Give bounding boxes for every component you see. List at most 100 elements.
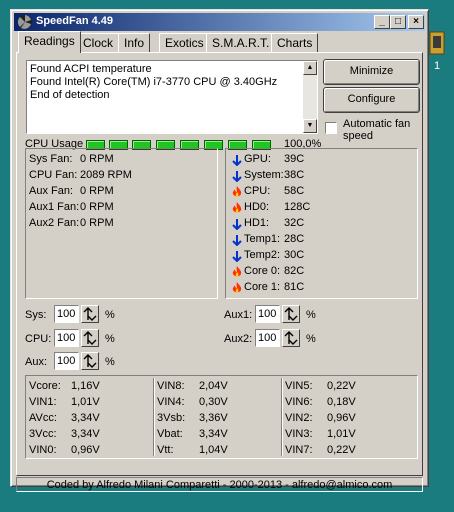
aux2-speed-input[interactable]: 100 [255, 329, 280, 347]
voltage-label: VIN8: [157, 380, 185, 392]
tab-smart[interactable]: S.M.A.R.T. [206, 33, 276, 52]
aux1-speed-input[interactable]: 100 [255, 305, 280, 323]
arrow-down-icon [231, 154, 243, 167]
fan-value: 0 RPM [80, 217, 114, 229]
speed-unit: % [306, 309, 316, 321]
configure-button[interactable]: Configure [323, 87, 420, 113]
desktop-icon-label: 1 [434, 60, 441, 72]
log-scrollbar[interactable]: ▲ ▼ [303, 61, 317, 133]
tab-label: Readings [24, 34, 75, 48]
voltage-label: Vtt: [157, 444, 174, 456]
voltage-label: VIN3: [285, 428, 313, 440]
voltage-value: 0,18V [327, 396, 356, 408]
speedfan-app-icon [17, 15, 32, 29]
log-line: Found Intel(R) Core(TM) i7-3770 CPU @ 3.… [30, 76, 278, 88]
sys-speed-stepper[interactable] [81, 305, 99, 323]
tab-label: Info [124, 36, 145, 50]
sys-speed-input[interactable]: 100 [54, 305, 79, 323]
close-icon: × [413, 16, 419, 27]
voltage-value: 0,96V [71, 444, 100, 456]
status-bar: Coded by Alfredo Milani Comparetti - 200… [16, 477, 423, 492]
desktop-shortcut-icon[interactable] [428, 30, 446, 56]
flame-icon [231, 186, 243, 198]
voltage-label: VIN5: [285, 380, 313, 392]
speed-label: CPU: [25, 333, 52, 345]
voltage-label: 3Vcc: [29, 428, 57, 440]
speed-label: Sys: [25, 309, 47, 321]
speed-label: Aux1: [224, 309, 253, 321]
temp-label: HD1: [244, 217, 270, 229]
voltage-value: 1,01V [71, 396, 100, 408]
tab-readings[interactable]: Readings [18, 31, 81, 53]
maximize-window-button[interactable]: □ [390, 15, 406, 29]
cpu-speed-stepper[interactable] [81, 329, 99, 347]
log-line: End of detection [30, 89, 110, 101]
fan-value: 2089 RPM [80, 169, 132, 181]
temp-value: 81C [284, 281, 305, 293]
aux-speed-stepper[interactable] [81, 352, 99, 370]
voltage-value: 0,22V [327, 380, 356, 392]
divider [153, 378, 154, 456]
fan-value: 0 RPM [80, 153, 114, 165]
tab-info[interactable]: Info [118, 33, 151, 52]
temp-value: 39C [284, 153, 305, 165]
voltage-label: Vcore: [29, 380, 61, 392]
temp-label: Temp1: [244, 233, 281, 245]
cpu-speed-input[interactable]: 100 [54, 329, 79, 347]
speed-unit: % [105, 309, 115, 321]
voltage-value: 3,34V [71, 428, 100, 440]
voltage-value: 3,34V [199, 428, 228, 440]
voltage-value: 2,04V [199, 380, 228, 392]
tab-label: S.M.A.R.T. [212, 36, 270, 50]
flame-icon [231, 202, 243, 214]
fan-label: Aux1 Fan: [29, 201, 80, 213]
detection-log[interactable]: Found ACPI temperature Found Intel(R) Co… [26, 60, 318, 134]
tab-label: Exotics [165, 36, 204, 50]
arrow-down-icon [231, 170, 243, 183]
minimize-button[interactable]: Minimize [323, 59, 420, 85]
divider [281, 378, 282, 456]
voltage-label: VIN7: [285, 444, 313, 456]
temp-label: HD0: [244, 201, 270, 213]
tab-clock[interactable]: Clock [77, 33, 120, 52]
speed-unit: % [105, 356, 115, 368]
button-label: Configure [347, 93, 396, 105]
maximize-icon: □ [394, 16, 402, 27]
fan-label: Sys Fan: [29, 153, 73, 165]
tab-charts[interactable]: Charts [271, 33, 319, 52]
fan-value: 0 RPM [80, 201, 114, 213]
voltage-value: 3,36V [199, 412, 228, 424]
temp-label: GPU: [244, 153, 271, 165]
temp-value: 28C [284, 233, 305, 245]
fan-label: CPU Fan: [29, 169, 78, 181]
aux-speed-input[interactable]: 100 [54, 352, 79, 370]
close-window-button[interactable]: × [408, 15, 424, 29]
voltage-value: 1,04V [199, 444, 228, 456]
temp-value: 128C [284, 201, 311, 213]
minimize-window-button[interactable]: _ [374, 15, 390, 29]
log-line: Found ACPI temperature [30, 63, 152, 75]
voltage-label: Vbat: [157, 428, 183, 440]
automatic-fan-speed-label: Automatic fan speed [343, 118, 411, 142]
tab-exotics[interactable]: Exotics [159, 33, 210, 52]
voltage-label: VIN0: [29, 444, 57, 456]
voltage-value: 0,22V [327, 444, 356, 456]
title-bar[interactable]: SpeedFan 4.49 _ □ × [14, 13, 425, 31]
fan-label: Aux2 Fan: [29, 217, 80, 229]
tab-label: Clock [83, 36, 114, 50]
scroll-up-icon[interactable]: ▲ [303, 61, 317, 75]
aux2-speed-stepper[interactable] [282, 329, 300, 347]
aux1-speed-stepper[interactable] [282, 305, 300, 323]
voltage-label: AVcc: [29, 412, 57, 424]
automatic-fan-speed-checkbox[interactable] [325, 122, 337, 134]
arrow-down-icon [231, 218, 243, 231]
speed-label: Aux: [25, 356, 48, 368]
scroll-down-icon[interactable]: ▼ [303, 119, 317, 133]
arrow-down-icon [231, 234, 243, 247]
arrow-down-icon [231, 250, 243, 263]
temp-value: 82C [284, 265, 305, 277]
voltage-label: VIN1: [29, 396, 57, 408]
status-text: Coded by Alfredo Milani Comparetti - 200… [46, 479, 393, 491]
temp-value: 30C [284, 249, 305, 261]
fan-label: Aux Fan: [29, 185, 74, 197]
